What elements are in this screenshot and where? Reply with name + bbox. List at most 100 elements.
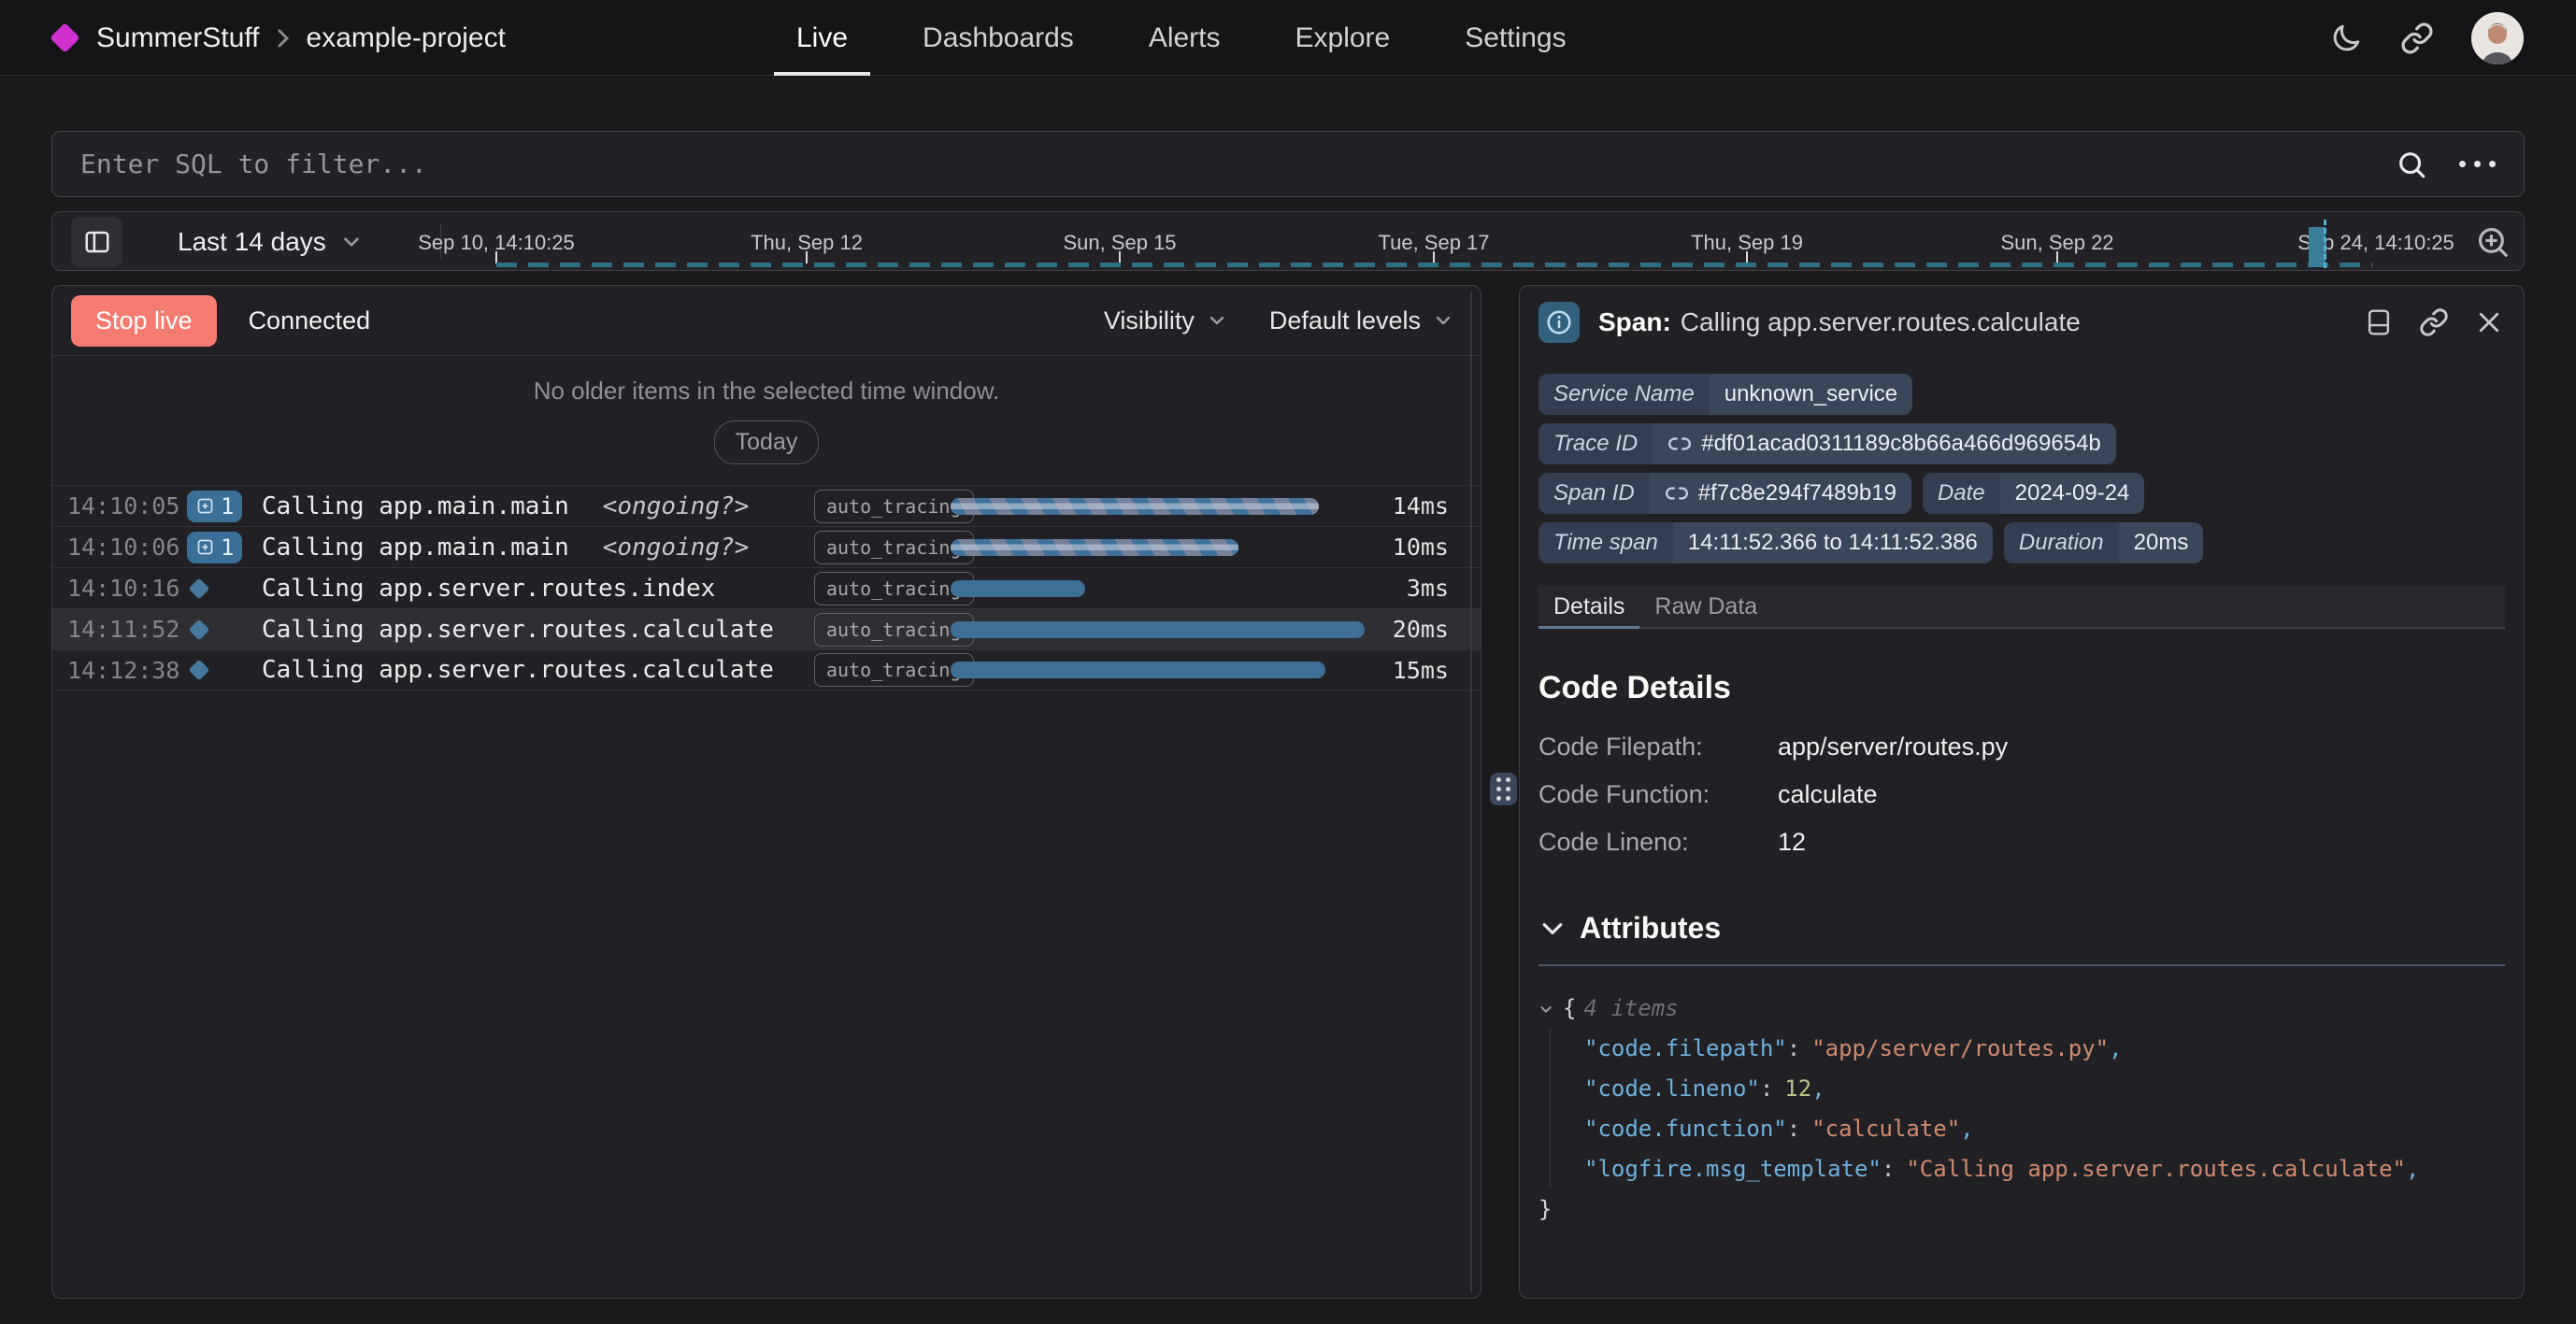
row-scope-tag[interactable]: auto_tracing — [814, 653, 974, 687]
span-row[interactable]: 14:12:38 Calling app.server.routes.calcu… — [52, 649, 1481, 690]
span-detail-header: Span: Calling app.server.routes.calculate — [1538, 286, 2505, 359]
service-name-chip: Service Name unknown_service — [1538, 374, 1912, 415]
row-scope-tag[interactable]: auto_tracing — [814, 531, 974, 564]
timeline-cursor[interactable] — [2324, 220, 2326, 268]
row-message: Calling app.main.main — [262, 492, 569, 520]
today-button[interactable]: Today — [714, 420, 820, 464]
dock-view-icon[interactable] — [2365, 307, 2393, 337]
row-message: Calling app.main.main — [262, 534, 569, 562]
row-duration: 15ms — [1393, 657, 1449, 684]
row-ongoing-note: <ongoing?> — [603, 492, 750, 520]
json-items-count: 4 items — [1583, 995, 1678, 1021]
default-levels-label: Default levels — [1269, 306, 1421, 335]
row-scope-tag[interactable]: auto_tracing — [814, 613, 974, 647]
plus-square-icon — [195, 496, 215, 516]
code-details-heading: Code Details — [1538, 670, 2505, 706]
zoom-in-icon[interactable] — [2475, 224, 2511, 260]
time-range-bar: Last 14 days Sep 10, 14:10:25 Thu, Sep 1… — [51, 211, 2525, 271]
tab-live[interactable]: Live — [759, 0, 885, 76]
tab-raw-data[interactable]: Raw Data — [1639, 586, 1772, 627]
user-avatar[interactable] — [2471, 12, 2524, 64]
span-id-chip[interactable]: Span ID #f7c8e294f7489b19 — [1538, 473, 1911, 514]
collapse-toggle-icon[interactable] — [1538, 1002, 1553, 1017]
live-view-panel: Stop live Connected Visibility Default l… — [51, 285, 1481, 1299]
project-name[interactable]: example-project — [307, 22, 506, 54]
copy-link-icon[interactable] — [2419, 307, 2449, 337]
chip-label: Duration — [2004, 522, 2119, 563]
span-detail-panel: Span: Calling app.server.routes.calculate… — [1519, 285, 2525, 1299]
row-message: Calling app.server.routes.calculate — [262, 656, 774, 684]
sql-filter-bar: Enter SQL to filter... — [51, 131, 2525, 197]
breadcrumb-separator-icon — [275, 25, 292, 51]
span-row-selected[interactable]: 14:11:52 Calling app.server.routes.calcu… — [52, 608, 1481, 649]
row-duration-bar — [951, 621, 1365, 638]
time-range-label: Last 14 days — [178, 227, 326, 257]
span-title-text: Calling app.server.routes.calculate — [1681, 307, 2081, 336]
plus-square-icon — [195, 537, 215, 557]
dark-mode-moon-icon[interactable] — [2329, 21, 2363, 55]
scrollbar[interactable] — [1470, 292, 1472, 1292]
row-timestamp: 14:10:16 — [67, 575, 187, 602]
chain-link-icon — [1665, 481, 1689, 505]
visibility-dropdown[interactable]: Visibility — [1104, 306, 1228, 335]
primary-tabs: Live Dashboards Alerts Explore Settings — [759, 0, 1604, 76]
collapsed-children-badge[interactable]: 1 — [187, 532, 242, 563]
attributes-heading: Attributes — [1580, 911, 1721, 946]
row-message: Calling app.server.routes.index — [262, 575, 715, 603]
kv-value: calculate — [1778, 780, 2505, 809]
tab-settings[interactable]: Settings — [1427, 0, 1603, 76]
json-entry: "code.function":"calculate", — [1584, 1109, 2505, 1149]
activity-sparkline[interactable] — [496, 263, 2372, 267]
row-ongoing-note: <ongoing?> — [603, 534, 750, 562]
row-timestamp: 14:12:38 — [67, 657, 187, 684]
chip-value: 2024-09-24 — [2000, 473, 2145, 514]
row-duration-bar — [951, 539, 1238, 556]
tab-explore[interactable]: Explore — [1258, 0, 1428, 76]
time-range-dropdown[interactable]: Last 14 days — [178, 212, 364, 272]
tab-details[interactable]: Details — [1538, 586, 1639, 627]
breadcrumb: SummerStuff example-project — [54, 0, 506, 76]
panel-resize-handle[interactable] — [1490, 773, 1517, 805]
org-name[interactable]: SummerStuff — [96, 22, 260, 54]
span-title-prefix: Span: — [1598, 307, 1671, 336]
row-timestamp: 14:11:52 — [67, 616, 187, 643]
tab-alerts[interactable]: Alerts — [1111, 0, 1258, 76]
row-duration-bar — [951, 498, 1319, 515]
more-options-icon[interactable] — [2459, 161, 2496, 167]
search-icon[interactable] — [2396, 149, 2427, 180]
row-scope-tag[interactable]: auto_tracing — [814, 490, 974, 523]
detail-tabs: Details Raw Data — [1538, 586, 2505, 629]
span-title: Span: Calling app.server.routes.calculate — [1598, 307, 2081, 337]
row-duration-bar — [951, 580, 1085, 597]
connection-status: Connected — [249, 306, 371, 335]
json-close-brace: } — [1538, 1196, 1552, 1222]
sql-filter-input[interactable]: Enter SQL to filter... — [80, 149, 2396, 179]
tab-dashboards[interactable]: Dashboards — [885, 0, 1111, 76]
chevron-down-icon — [339, 230, 364, 254]
span-diamond-icon — [189, 577, 210, 599]
close-icon[interactable] — [2475, 308, 2503, 336]
default-levels-dropdown[interactable]: Default levels — [1269, 306, 1454, 335]
row-duration: 14ms — [1393, 492, 1449, 520]
kv-label: Code Function: — [1538, 780, 1778, 809]
row-scope-tag[interactable]: auto_tracing — [814, 572, 974, 605]
sidebar-toggle-icon[interactable] — [71, 217, 122, 267]
attributes-section-toggle[interactable]: Attributes — [1538, 911, 2505, 946]
span-row[interactable]: 14:10:05 1 Calling app.main.main <ongoin… — [52, 485, 1481, 526]
logo-diamond-icon[interactable] — [50, 22, 80, 53]
share-link-icon[interactable] — [2400, 21, 2434, 55]
json-entry: "logfire.msg_template":"Calling app.serv… — [1584, 1149, 2505, 1189]
span-row[interactable]: 14:10:06 1 Calling app.main.main <ongoin… — [52, 526, 1481, 567]
chip-value: #f7c8e294f7489b19 — [1698, 480, 1896, 506]
span-list: 14:10:05 1 Calling app.main.main <ongoin… — [52, 485, 1481, 690]
chip-label: Span ID — [1538, 473, 1650, 514]
collapsed-children-badge[interactable]: 1 — [187, 491, 242, 522]
span-meta-chips: Service Name unknown_service Trace ID #d… — [1538, 374, 2505, 563]
json-open-brace: { — [1563, 995, 1576, 1021]
span-row[interactable]: 14:10:16 Calling app.server.routes.index… — [52, 567, 1481, 608]
empty-window-notice: No older items in the selected time wind… — [52, 356, 1481, 464]
stop-live-button[interactable]: Stop live — [71, 295, 217, 347]
live-view-header: Stop live Connected Visibility Default l… — [52, 286, 1481, 356]
trace-id-chip[interactable]: Trace ID #df01acad0311189c8b66a466d96965… — [1538, 423, 2116, 464]
chip-value: 20ms — [2119, 522, 2204, 563]
